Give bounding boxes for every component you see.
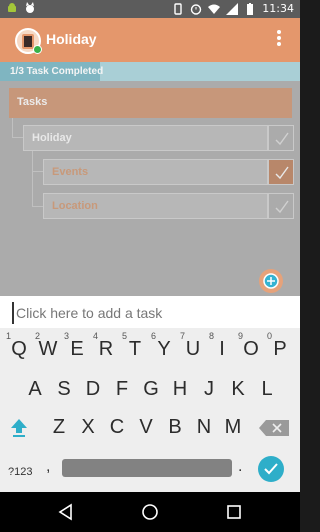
task-row-events[interactable]: Events: [43, 159, 268, 185]
task-tree: Tasks Holiday Events Location: [0, 81, 300, 296]
add-task-input[interactable]: [12, 302, 288, 324]
task-label: Events: [52, 166, 89, 178]
tasks-header-label: Tasks: [17, 96, 48, 108]
status-bar: 11:34: [0, 0, 300, 18]
key-x[interactable]: X: [73, 416, 103, 444]
progress-label: 1/3 Task Completed: [10, 66, 104, 77]
add-subtask-fab-icon[interactable]: [258, 268, 284, 294]
android-icon: [8, 3, 16, 12]
key-v[interactable]: V: [131, 416, 161, 444]
key-h[interactable]: H: [165, 378, 195, 406]
comma-key[interactable]: ,: [46, 458, 50, 476]
add-task-bar: [0, 296, 300, 328]
progress-bar: 1/3 Task Completed: [0, 62, 300, 81]
checkmark-icon: [275, 200, 289, 214]
tree-connector: [12, 118, 13, 137]
tasks-header[interactable]: Tasks: [9, 88, 292, 118]
back-icon[interactable]: [56, 502, 76, 522]
signal-icon: [226, 2, 239, 15]
tree-connector: [32, 151, 33, 206]
tree-connector: [32, 171, 43, 172]
key-d[interactable]: D: [78, 378, 108, 406]
key-p[interactable]: 0P: [265, 331, 295, 366]
cat-icon: [26, 2, 34, 13]
recents-icon[interactable]: [224, 502, 244, 522]
app-logo-icon[interactable]: [15, 28, 42, 54]
key-m[interactable]: M: [218, 416, 248, 444]
task-row-holiday[interactable]: Holiday: [23, 125, 268, 151]
key-o[interactable]: 9O: [236, 331, 266, 366]
backspace-icon[interactable]: [258, 419, 290, 437]
task-label: Location: [52, 200, 98, 212]
key-s[interactable]: S: [49, 378, 79, 406]
period-key[interactable]: .: [238, 458, 242, 476]
key-b[interactable]: B: [160, 416, 190, 444]
status-time: 11:34: [262, 2, 294, 15]
key-e[interactable]: 3E: [62, 331, 92, 366]
key-z[interactable]: Z: [44, 416, 74, 444]
app-bar: Holiday: [0, 18, 300, 62]
key-y[interactable]: 6Y: [149, 331, 179, 366]
vibrate-icon: [174, 2, 182, 15]
system-nav-bar: [0, 492, 300, 532]
tree-connector: [32, 206, 43, 207]
key-k[interactable]: K: [223, 378, 253, 406]
key-r[interactable]: 4R: [91, 331, 121, 366]
battery-icon: [247, 2, 254, 15]
key-q[interactable]: 1Q: [4, 331, 34, 366]
key-t[interactable]: 5T: [120, 331, 150, 366]
key-a[interactable]: A: [20, 378, 50, 406]
home-icon[interactable]: [140, 502, 160, 522]
checkmark-icon: [275, 166, 289, 180]
alarm-icon: [191, 3, 202, 15]
wifi-icon: [208, 4, 221, 14]
overflow-menu-icon[interactable]: [276, 30, 282, 50]
enter-check-icon[interactable]: [258, 456, 284, 482]
soft-keyboard: 1Q 2W 3E 4R 5T 6Y 7U 8I 9O 0P A S D F G …: [0, 328, 300, 492]
key-i[interactable]: 8I: [207, 331, 237, 366]
key-g[interactable]: G: [136, 378, 166, 406]
checkmark-icon: [275, 132, 289, 146]
key-l[interactable]: L: [252, 378, 282, 406]
key-n[interactable]: N: [189, 416, 219, 444]
tree-connector: [12, 137, 23, 138]
key-f[interactable]: F: [107, 378, 137, 406]
key-j[interactable]: J: [194, 378, 224, 406]
shift-icon[interactable]: [10, 418, 28, 438]
key-w[interactable]: 2W: [33, 331, 63, 366]
page-title: Holiday: [46, 31, 97, 47]
task-checkbox-events[interactable]: [268, 159, 294, 185]
key-c[interactable]: C: [102, 416, 132, 444]
task-checkbox-holiday[interactable]: [268, 125, 294, 151]
task-label: Holiday: [32, 132, 72, 144]
key-u[interactable]: 7U: [178, 331, 208, 366]
task-checkbox-location[interactable]: [268, 193, 294, 219]
space-key[interactable]: [62, 459, 232, 477]
task-row-location[interactable]: Location: [43, 193, 268, 219]
symbols-key[interactable]: ?123: [8, 466, 32, 478]
